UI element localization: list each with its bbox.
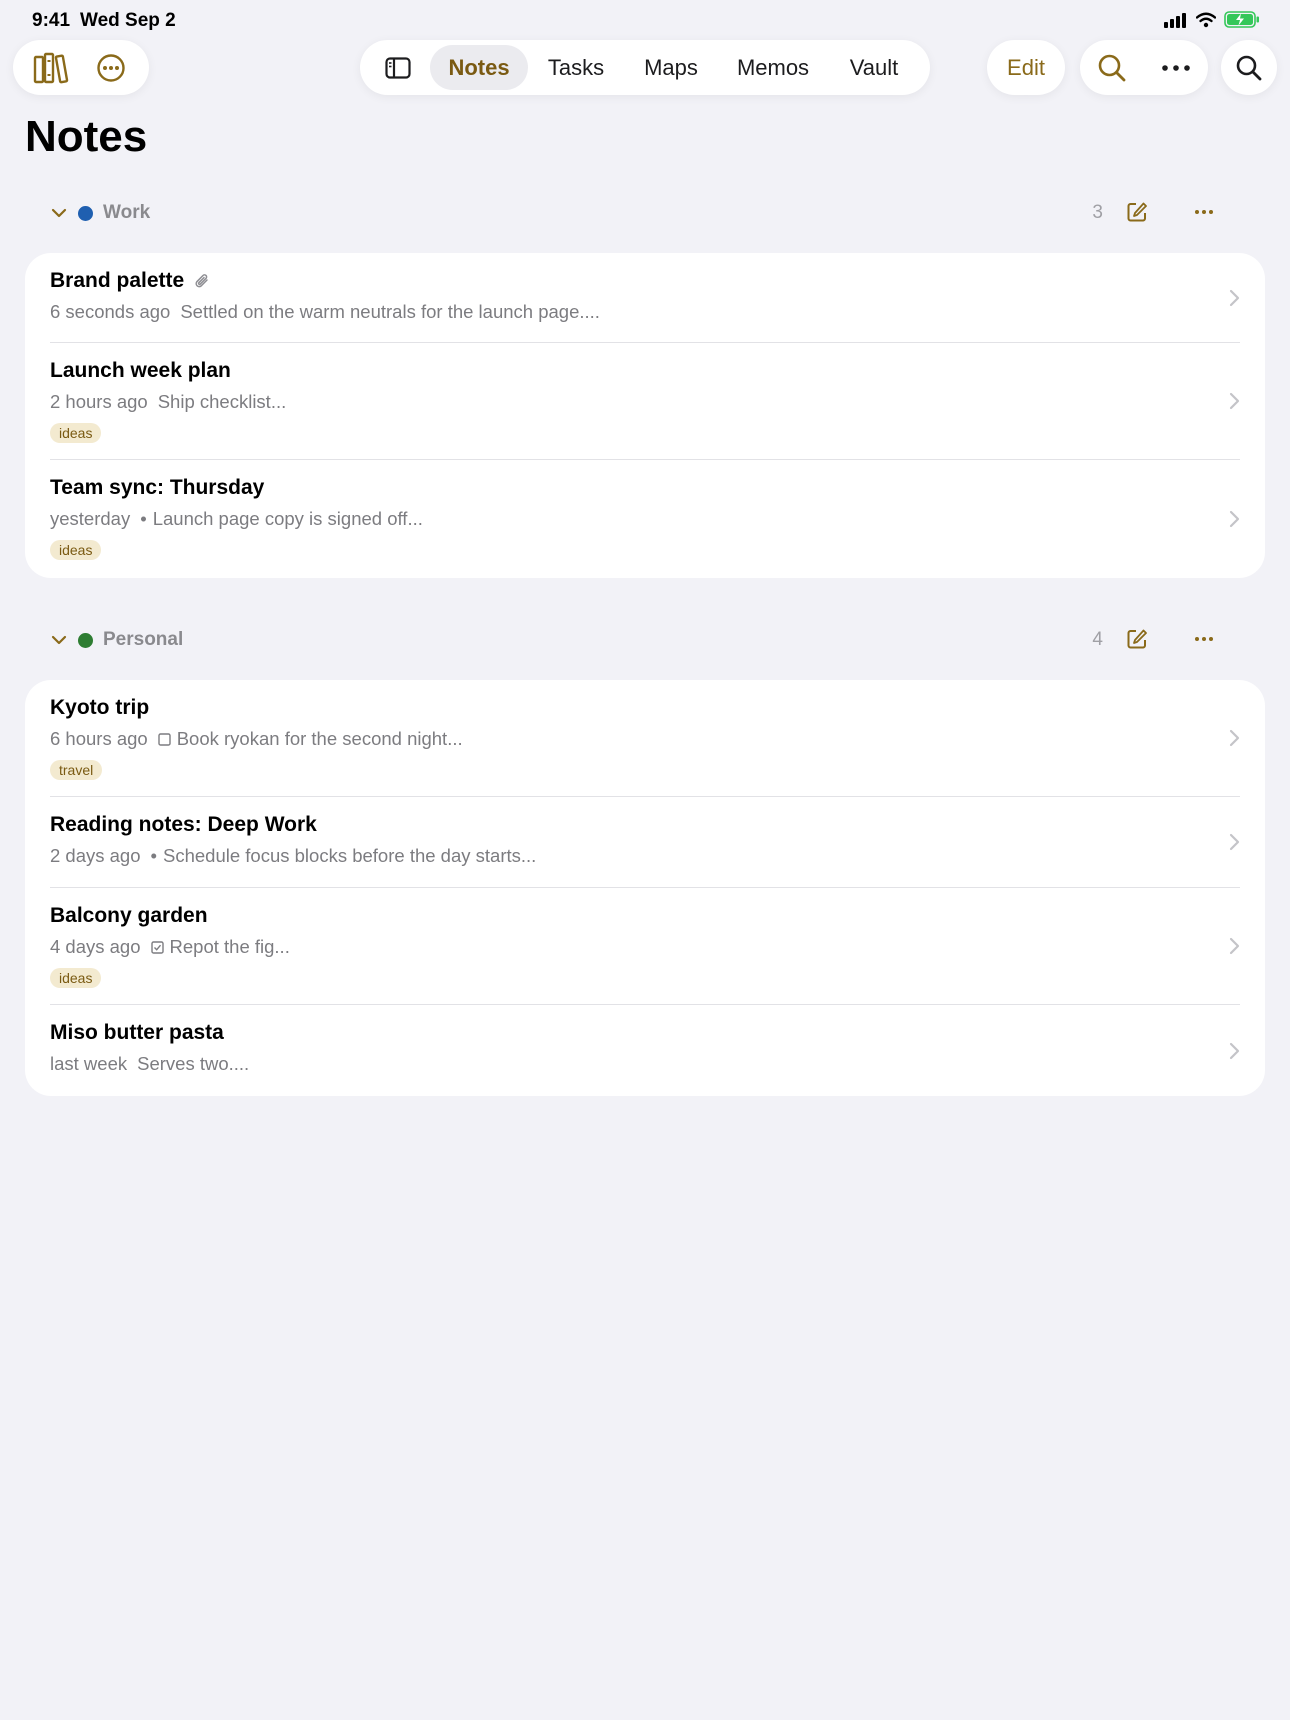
note-time: 2 hours ago — [50, 391, 148, 412]
collapse-personal-button[interactable] — [50, 631, 68, 649]
search-icon — [1098, 54, 1126, 81]
tag-badge[interactable]: ideas — [50, 968, 102, 988]
library-icon — [33, 52, 69, 83]
note-time: 6 hours ago — [50, 728, 148, 749]
tab-maps[interactable]: Maps — [624, 45, 718, 90]
chevron-right-icon — [1229, 289, 1240, 306]
note-title: Miso butter pasta — [50, 1021, 224, 1044]
ellipsis-circle-icon — [97, 53, 125, 82]
notes-card-personal: Kyoto trip 6 hours ago Book ryokan for t… — [25, 680, 1265, 1096]
tag-badge[interactable]: ideas — [50, 423, 102, 443]
ellipsis-icon — [1195, 637, 1213, 641]
section-count: 4 — [1092, 629, 1103, 650]
ellipsis-icon — [1162, 64, 1190, 71]
tag-badge[interactable]: travel — [50, 760, 103, 780]
section-name: Work — [103, 202, 151, 223]
note-preview: Schedule focus blocks before the day sta… — [163, 845, 537, 866]
section-header-personal: Personal 4 — [50, 622, 1240, 658]
tab-bar: Notes Tasks Maps Memos Vault — [360, 40, 930, 95]
tab-vault[interactable]: Vault — [828, 45, 920, 90]
section-count: 3 — [1092, 202, 1103, 223]
cellular-signal-icon — [1164, 12, 1186, 28]
chevron-right-icon — [1229, 937, 1240, 955]
note-row[interactable]: Kyoto trip 6 hours ago Book ryokan for t… — [25, 680, 1265, 797]
chevron-down-icon — [51, 635, 67, 645]
note-row[interactable]: Miso butter pasta last week Serves two..… — [25, 1005, 1265, 1096]
more-options-button[interactable] — [88, 45, 134, 91]
chevron-right-icon — [1229, 833, 1240, 851]
more-button[interactable] — [1153, 45, 1199, 91]
note-title: Balcony garden — [50, 904, 208, 927]
note-time: 4 days ago — [50, 936, 141, 957]
chevron-right-icon — [1229, 729, 1240, 747]
chevron-right-icon — [1229, 1042, 1240, 1059]
chevron-right-icon — [1229, 392, 1240, 410]
section-more-work-button[interactable] — [1194, 201, 1214, 228]
bullet-icon: • — [150, 845, 157, 866]
chevron-down-icon — [51, 208, 67, 218]
tab-notes[interactable]: Notes — [430, 45, 528, 90]
note-time: 6 seconds ago — [50, 301, 171, 322]
global-search-button[interactable] — [1221, 40, 1277, 95]
checkbox-empty-icon — [158, 732, 171, 746]
wifi-icon — [1196, 12, 1216, 27]
sidebar-toggle-button[interactable] — [366, 45, 430, 91]
find-button[interactable] — [1089, 45, 1135, 91]
tag-badge[interactable]: ideas — [50, 540, 102, 560]
note-preview: Serves two.... — [137, 1053, 250, 1074]
note-preview: Repot the fig... — [169, 936, 290, 957]
note-time: yesterday — [50, 508, 131, 529]
sidebar-icon — [385, 56, 411, 79]
note-row[interactable]: Balcony garden 4 days ago Repot the fig.… — [25, 888, 1265, 1005]
edit-button[interactable]: Edit — [987, 40, 1065, 95]
library-button[interactable] — [28, 45, 74, 91]
search-icon — [1236, 55, 1262, 80]
section-color-dot — [78, 205, 93, 221]
note-title: Team sync: Thursday — [50, 476, 265, 499]
battery-charging-icon — [1224, 11, 1259, 28]
status-indicators — [1164, 11, 1260, 28]
section-header-work: Work 3 — [50, 195, 1240, 231]
checkbox-checked-icon — [150, 940, 164, 954]
compose-icon — [1127, 629, 1147, 649]
note-title: Reading notes: Deep Work — [50, 813, 317, 836]
notes-card-work: Brand palette 6 seconds ago Settled on t… — [25, 253, 1265, 578]
note-time: 2 days ago — [50, 845, 141, 866]
tab-memos[interactable]: Memos — [718, 45, 828, 90]
note-preview: Book ryokan for the second night... — [176, 728, 463, 749]
left-toolbar — [13, 40, 149, 95]
note-title: Kyoto trip — [50, 696, 150, 719]
new-note-work-button[interactable] — [1126, 201, 1148, 228]
status-bar: 9:41 Wed Sep 2 — [0, 0, 1290, 40]
edit-label: Edit — [1007, 54, 1045, 80]
section-name: Personal — [103, 629, 184, 650]
note-time: last week — [50, 1053, 128, 1074]
compose-icon — [1127, 202, 1147, 222]
note-row[interactable]: Reading notes: Deep Work 2 days ago • Sc… — [25, 797, 1265, 888]
note-preview: Settled on the warm neutrals for the lau… — [180, 301, 600, 322]
new-note-personal-button[interactable] — [1126, 628, 1148, 655]
collapse-work-button[interactable] — [50, 204, 68, 222]
note-title: Launch week plan — [50, 359, 231, 382]
section-color-dot — [78, 632, 93, 648]
page-title: Notes — [25, 112, 148, 161]
note-title: Brand palette — [50, 269, 185, 292]
tab-tasks[interactable]: Tasks — [528, 45, 624, 90]
search-more-toolbar — [1080, 40, 1208, 95]
ellipsis-icon — [1195, 210, 1213, 214]
note-row[interactable]: Launch week plan 2 hours ago Ship checkl… — [25, 343, 1265, 460]
section-more-personal-button[interactable] — [1194, 628, 1214, 655]
note-preview: Launch page copy is signed off... — [152, 508, 423, 529]
bullet-icon: • — [140, 508, 147, 529]
chevron-right-icon — [1229, 510, 1240, 528]
status-date: Wed Sep 2 — [80, 10, 176, 31]
note-preview: Ship checklist... — [157, 391, 287, 412]
status-time: 9:41 — [32, 10, 71, 31]
note-row[interactable]: Brand palette 6 seconds ago Settled on t… — [25, 253, 1265, 343]
note-row[interactable]: Team sync: Thursday yesterday • Launch p… — [25, 460, 1265, 578]
paperclip-icon — [195, 274, 208, 288]
